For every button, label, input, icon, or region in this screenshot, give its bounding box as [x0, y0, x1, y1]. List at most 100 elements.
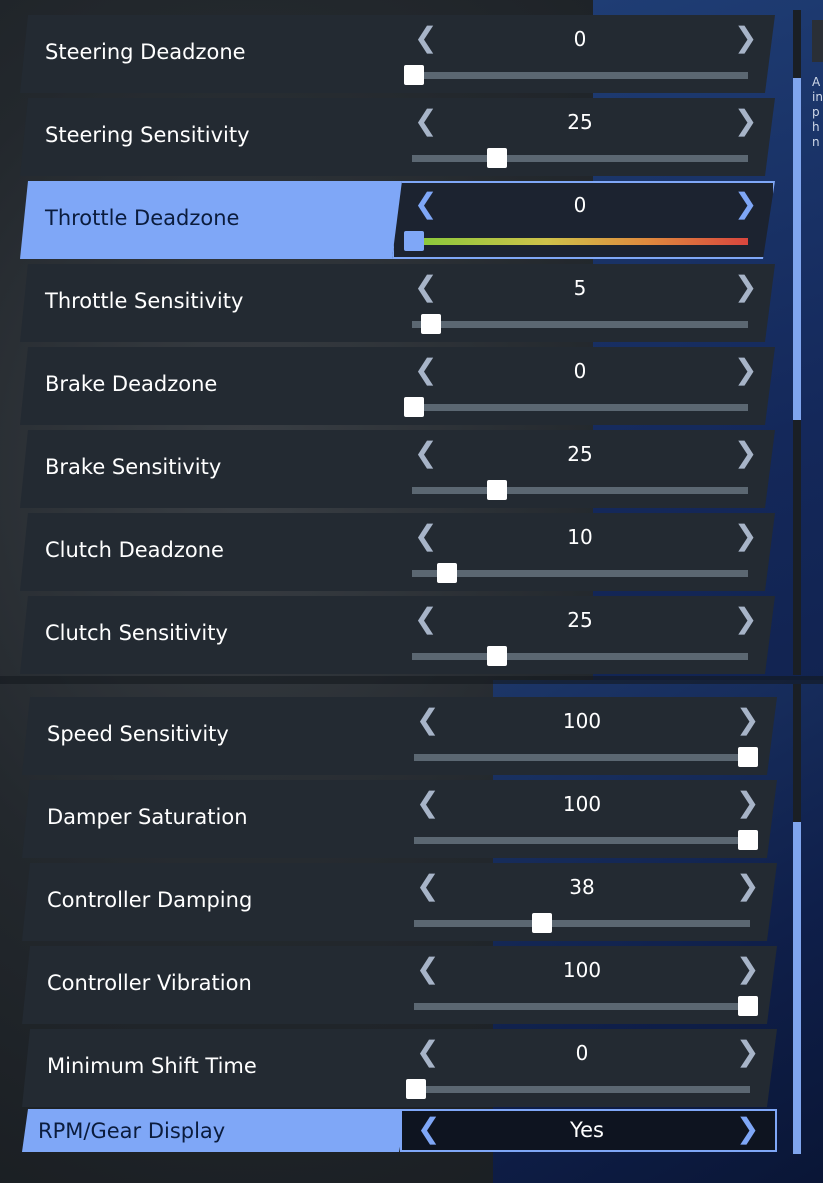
right-arrow-icon[interactable]: ❯	[736, 954, 759, 984]
setting-value: 0	[573, 27, 587, 51]
right-arrow-icon[interactable]: ❯	[736, 1037, 759, 1067]
slider-handle[interactable]	[404, 231, 424, 251]
slider-track[interactable]	[412, 487, 748, 494]
slider-track[interactable]	[414, 920, 750, 927]
right-arrow-icon[interactable]: ❯	[734, 604, 757, 634]
left-arrow-icon[interactable]: ❮	[414, 189, 437, 219]
slider-track[interactable]	[412, 570, 748, 577]
slider-track[interactable]	[412, 653, 748, 660]
right-arrow-icon[interactable]: ❯	[736, 705, 759, 735]
setting-row-clutch-deadzone[interactable]: Clutch Deadzone ❮ 10 ❯	[20, 513, 775, 591]
slider-track[interactable]	[414, 837, 750, 844]
setting-label: Clutch Sensitivity	[45, 621, 228, 645]
slider-track[interactable]	[412, 404, 748, 411]
setting-value: 0	[573, 359, 587, 383]
setting-row-throttle-deadzone[interactable]: Throttle Deadzone ❮ 0 ❯	[20, 181, 775, 259]
right-arrow-icon[interactable]: ❯	[736, 1114, 759, 1144]
setting-value: Yes	[570, 1118, 604, 1142]
setting-value: 5	[573, 276, 587, 300]
scrollbar-top[interactable]	[793, 10, 801, 675]
slider-handle[interactable]	[437, 563, 458, 583]
side-tab	[812, 20, 823, 62]
slider-handle[interactable]	[487, 148, 507, 168]
slider-handle[interactable]	[420, 314, 441, 334]
setting-value: 25	[567, 110, 593, 134]
slider-handle[interactable]	[406, 1079, 426, 1099]
setting-row-throttle-sensitivity[interactable]: Throttle Sensitivity ❮ 5 ❯	[20, 264, 775, 342]
description-text-line: in	[812, 90, 823, 104]
right-arrow-icon[interactable]: ❯	[734, 23, 757, 53]
left-arrow-icon[interactable]: ❮	[414, 23, 437, 53]
setting-row-brake-sensitivity[interactable]: Brake Sensitivity ❮ 25 ❯	[20, 430, 775, 508]
right-arrow-icon[interactable]: ❯	[734, 355, 757, 385]
setting-label: Minimum Shift Time	[47, 1054, 257, 1078]
setting-row-damper-saturation[interactable]: Damper Saturation ❮ 100 ❯	[22, 780, 777, 858]
slider-handle[interactable]	[738, 747, 758, 767]
setting-label: Damper Saturation	[47, 805, 248, 829]
right-arrow-icon[interactable]: ❯	[734, 438, 757, 468]
right-arrow-icon[interactable]: ❯	[734, 189, 757, 219]
left-arrow-icon[interactable]: ❮	[414, 355, 437, 385]
setting-value: 25	[567, 608, 593, 632]
setting-label: Brake Deadzone	[45, 372, 218, 396]
slider-handle[interactable]	[487, 480, 507, 500]
description-text-line: n	[812, 135, 820, 149]
right-arrow-icon[interactable]: ❯	[734, 272, 757, 302]
left-arrow-icon[interactable]: ❮	[416, 1037, 439, 1067]
left-arrow-icon[interactable]: ❮	[416, 871, 439, 901]
slider-handle[interactable]	[487, 646, 507, 666]
setting-value: 10	[567, 525, 593, 549]
setting-row-steering-deadzone[interactable]: Steering Deadzone ❮ 0 ❯	[20, 15, 775, 93]
slider-handle[interactable]	[404, 397, 424, 417]
slider-handle[interactable]	[404, 65, 424, 85]
left-arrow-icon[interactable]: ❮	[414, 272, 437, 302]
left-arrow-icon[interactable]: ❮	[414, 604, 437, 634]
description-text-line: A	[812, 75, 821, 89]
setting-value: 100	[562, 792, 602, 816]
description-text-line: h	[812, 120, 820, 134]
slider-track[interactable]	[412, 72, 748, 79]
left-arrow-icon[interactable]: ❮	[414, 106, 437, 136]
setting-label: RPM/Gear Display	[38, 1119, 226, 1143]
slider-track[interactable]	[414, 754, 750, 761]
setting-row-clutch-sensitivity[interactable]: Clutch Sensitivity ❮ 25 ❯	[20, 596, 775, 674]
right-arrow-icon[interactable]: ❯	[736, 871, 759, 901]
setting-value: 0	[573, 193, 587, 217]
right-arrow-icon[interactable]: ❯	[734, 106, 757, 136]
setting-row-brake-deadzone[interactable]: Brake Deadzone ❮ 0 ❯	[20, 347, 775, 425]
description-text-line: p	[812, 105, 820, 119]
slider-track[interactable]	[414, 1086, 750, 1093]
setting-row-steering-sensitivity[interactable]: Steering Sensitivity ❮ 25 ❯	[20, 98, 775, 176]
slider-track[interactable]	[412, 321, 748, 328]
description-panel: Ain p h n	[812, 75, 823, 185]
setting-value: 100	[562, 709, 602, 733]
left-arrow-icon[interactable]: ❮	[416, 788, 439, 818]
slider-handle[interactable]	[532, 913, 553, 933]
setting-label: Clutch Deadzone	[45, 538, 224, 562]
slider-track[interactable]	[414, 1003, 750, 1010]
slider-handle[interactable]	[738, 996, 758, 1016]
right-arrow-icon[interactable]: ❯	[736, 788, 759, 818]
scrollbar-thumb[interactable]	[793, 78, 801, 420]
left-arrow-icon[interactable]: ❮	[416, 705, 439, 735]
left-arrow-icon[interactable]: ❮	[414, 438, 437, 468]
setting-row-rpm-gear-display[interactable]: RPM/Gear Display ❮ Yes ❯	[22, 1109, 777, 1152]
left-arrow-icon[interactable]: ❮	[416, 954, 439, 984]
setting-value: 0	[575, 1041, 589, 1065]
slider-handle[interactable]	[738, 830, 758, 850]
setting-row-speed-sensitivity[interactable]: Speed Sensitivity ❮ 100 ❯	[22, 697, 777, 775]
setting-value: 25	[567, 442, 593, 466]
scrollbar-bottom[interactable]	[793, 684, 801, 1154]
left-arrow-icon[interactable]: ❮	[414, 521, 437, 551]
setting-row-controller-vibration[interactable]: Controller Vibration ❮ 100 ❯	[22, 946, 777, 1024]
setting-label: Steering Sensitivity	[45, 123, 250, 147]
left-arrow-icon[interactable]: ❮	[417, 1114, 440, 1144]
setting-row-minimum-shift-time[interactable]: Minimum Shift Time ❮ 0 ❯	[22, 1029, 777, 1107]
setting-label: Controller Damping	[47, 888, 253, 912]
slider-track[interactable]	[412, 238, 748, 245]
right-arrow-icon[interactable]: ❯	[734, 521, 757, 551]
slider-track[interactable]	[412, 155, 748, 162]
setting-label: Brake Sensitivity	[45, 455, 222, 479]
scrollbar-thumb-lower[interactable]	[793, 822, 801, 1154]
setting-row-controller-damping[interactable]: Controller Damping ❮ 38 ❯	[22, 863, 777, 941]
